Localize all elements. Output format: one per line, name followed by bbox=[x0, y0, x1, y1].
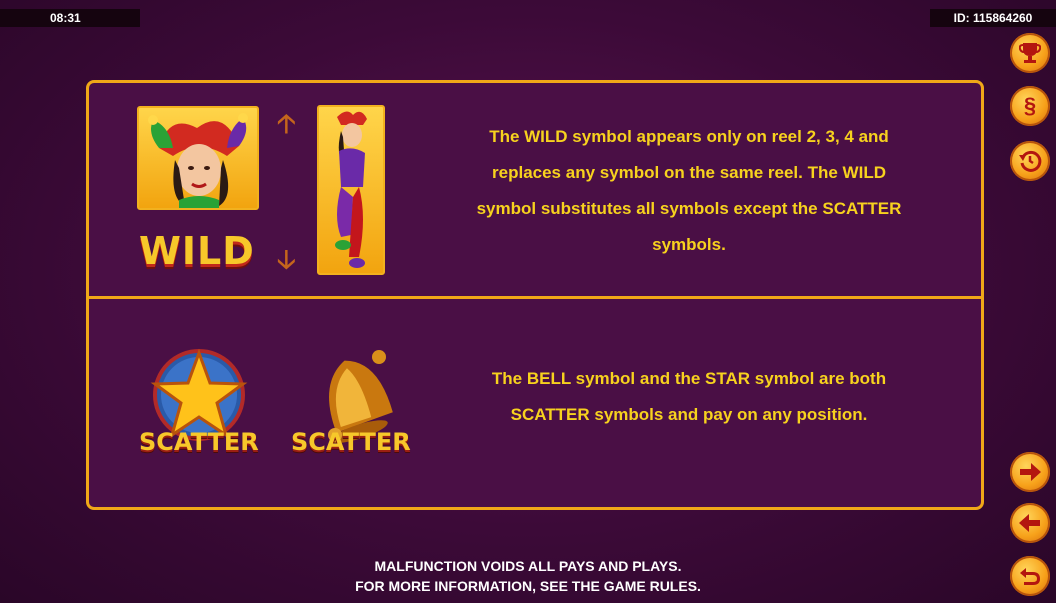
trophy-icon bbox=[1019, 43, 1041, 63]
trophy-button[interactable] bbox=[1010, 33, 1050, 73]
wild-description: The WILD symbol appears only on reel 2, … bbox=[476, 127, 902, 254]
next-page-button[interactable] bbox=[1010, 452, 1050, 492]
rules-button[interactable]: § bbox=[1010, 86, 1050, 126]
history-icon bbox=[1019, 150, 1042, 172]
paytable-panel: 🡡 🡣 WILD The WILD symbol appears only on… bbox=[86, 80, 984, 510]
footer-line-1: MALFUNCTION VOIDS ALL PAYS AND PLAYS. bbox=[374, 558, 682, 574]
scatter-description: The BELL symbol and the STAR symbol are … bbox=[491, 369, 887, 424]
wild-label: WILD bbox=[139, 229, 255, 273]
footer-line-2: FOR MORE INFORMATION, SEE THE GAME RULES… bbox=[355, 578, 701, 594]
scatter-section: SCATTER SCATTER The BELL symbol and the … bbox=[89, 299, 981, 507]
footer-disclaimer: MALFUNCTION VOIDS ALL PAYS AND PLAYS. FO… bbox=[0, 556, 1056, 596]
wild-jester-full-symbol bbox=[317, 105, 385, 275]
star-scatter-label: SCATTER bbox=[139, 428, 259, 456]
wild-section: 🡡 🡣 WILD The WILD symbol appears only on… bbox=[89, 83, 981, 296]
clock: 08:31 bbox=[0, 9, 140, 27]
wild-jester-symbol bbox=[137, 106, 259, 210]
section-sign-icon: § bbox=[1023, 93, 1037, 118]
arrow-down-icon: 🡣 bbox=[277, 244, 296, 274]
arrow-right-icon bbox=[1020, 463, 1041, 481]
session-id: ID: 115864260 bbox=[930, 9, 1056, 27]
bell-scatter-label: SCATTER bbox=[291, 428, 411, 456]
arrow-up-icon: 🡡 bbox=[277, 108, 296, 138]
previous-page-button[interactable] bbox=[1010, 503, 1050, 543]
history-button[interactable] bbox=[1010, 141, 1050, 181]
arrow-left-icon bbox=[1019, 514, 1040, 532]
